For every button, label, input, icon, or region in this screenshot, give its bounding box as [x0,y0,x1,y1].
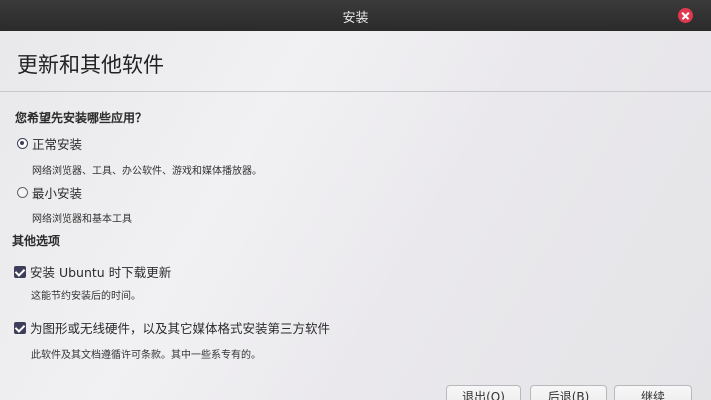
other-options-heading: 其他选项 [12,234,61,248]
window-title: 安装 [342,11,369,26]
radio-normal-label: 正常安装 [32,137,83,152]
title-bar[interactable]: 安装 [0,0,711,31]
radio-normal-install[interactable]: 正常安装 [17,134,82,153]
checkbox-third-party[interactable]: 为图形或无线硬件，以及其它媒体格式安装第三方软件 [14,318,330,337]
apps-question: 您希望先安装哪些应用？ [15,111,148,125]
quit-button[interactable]: 退出(Q) [446,385,521,400]
checkbox-checked-icon[interactable] [14,321,26,334]
checkbox-download-updates[interactable]: 安装 Ubuntu 时下载更新 [14,262,171,281]
continue-button[interactable]: 继续 [614,385,692,400]
download-updates-label: 安装 Ubuntu 时下载更新 [30,265,172,280]
checkbox-checked-icon[interactable] [14,265,26,278]
back-button[interactable]: 后退(B) [530,385,607,400]
download-updates-description: 这能节约安装后的时间。 [31,291,141,302]
third-party-label: 为图形或无线硬件，以及其它媒体格式安装第三方软件 [30,321,331,336]
radio-minimal-label: 最小安装 [32,186,83,201]
third-party-description: 此软件及其文档遵循许可条款。其中一些系专有的。 [31,350,261,361]
close-icon[interactable] [678,8,693,23]
normal-install-description: 网络浏览器、工具、办公软件、游戏和媒体播放器。 [32,166,262,177]
radio-selected-icon[interactable] [17,138,28,149]
radio-unselected-icon[interactable] [17,187,28,198]
minimal-install-description: 网络浏览器和基本工具 [32,214,132,225]
page-title: 更新和其他软件 [17,53,164,77]
installer-window: 安装 更新和其他软件 您希望先安装哪些应用？ 正常安装 网络浏览器、工具、办公软… [0,0,711,400]
page-header: 更新和其他软件 [0,31,711,92]
radio-minimal-install[interactable]: 最小安装 [17,183,82,202]
